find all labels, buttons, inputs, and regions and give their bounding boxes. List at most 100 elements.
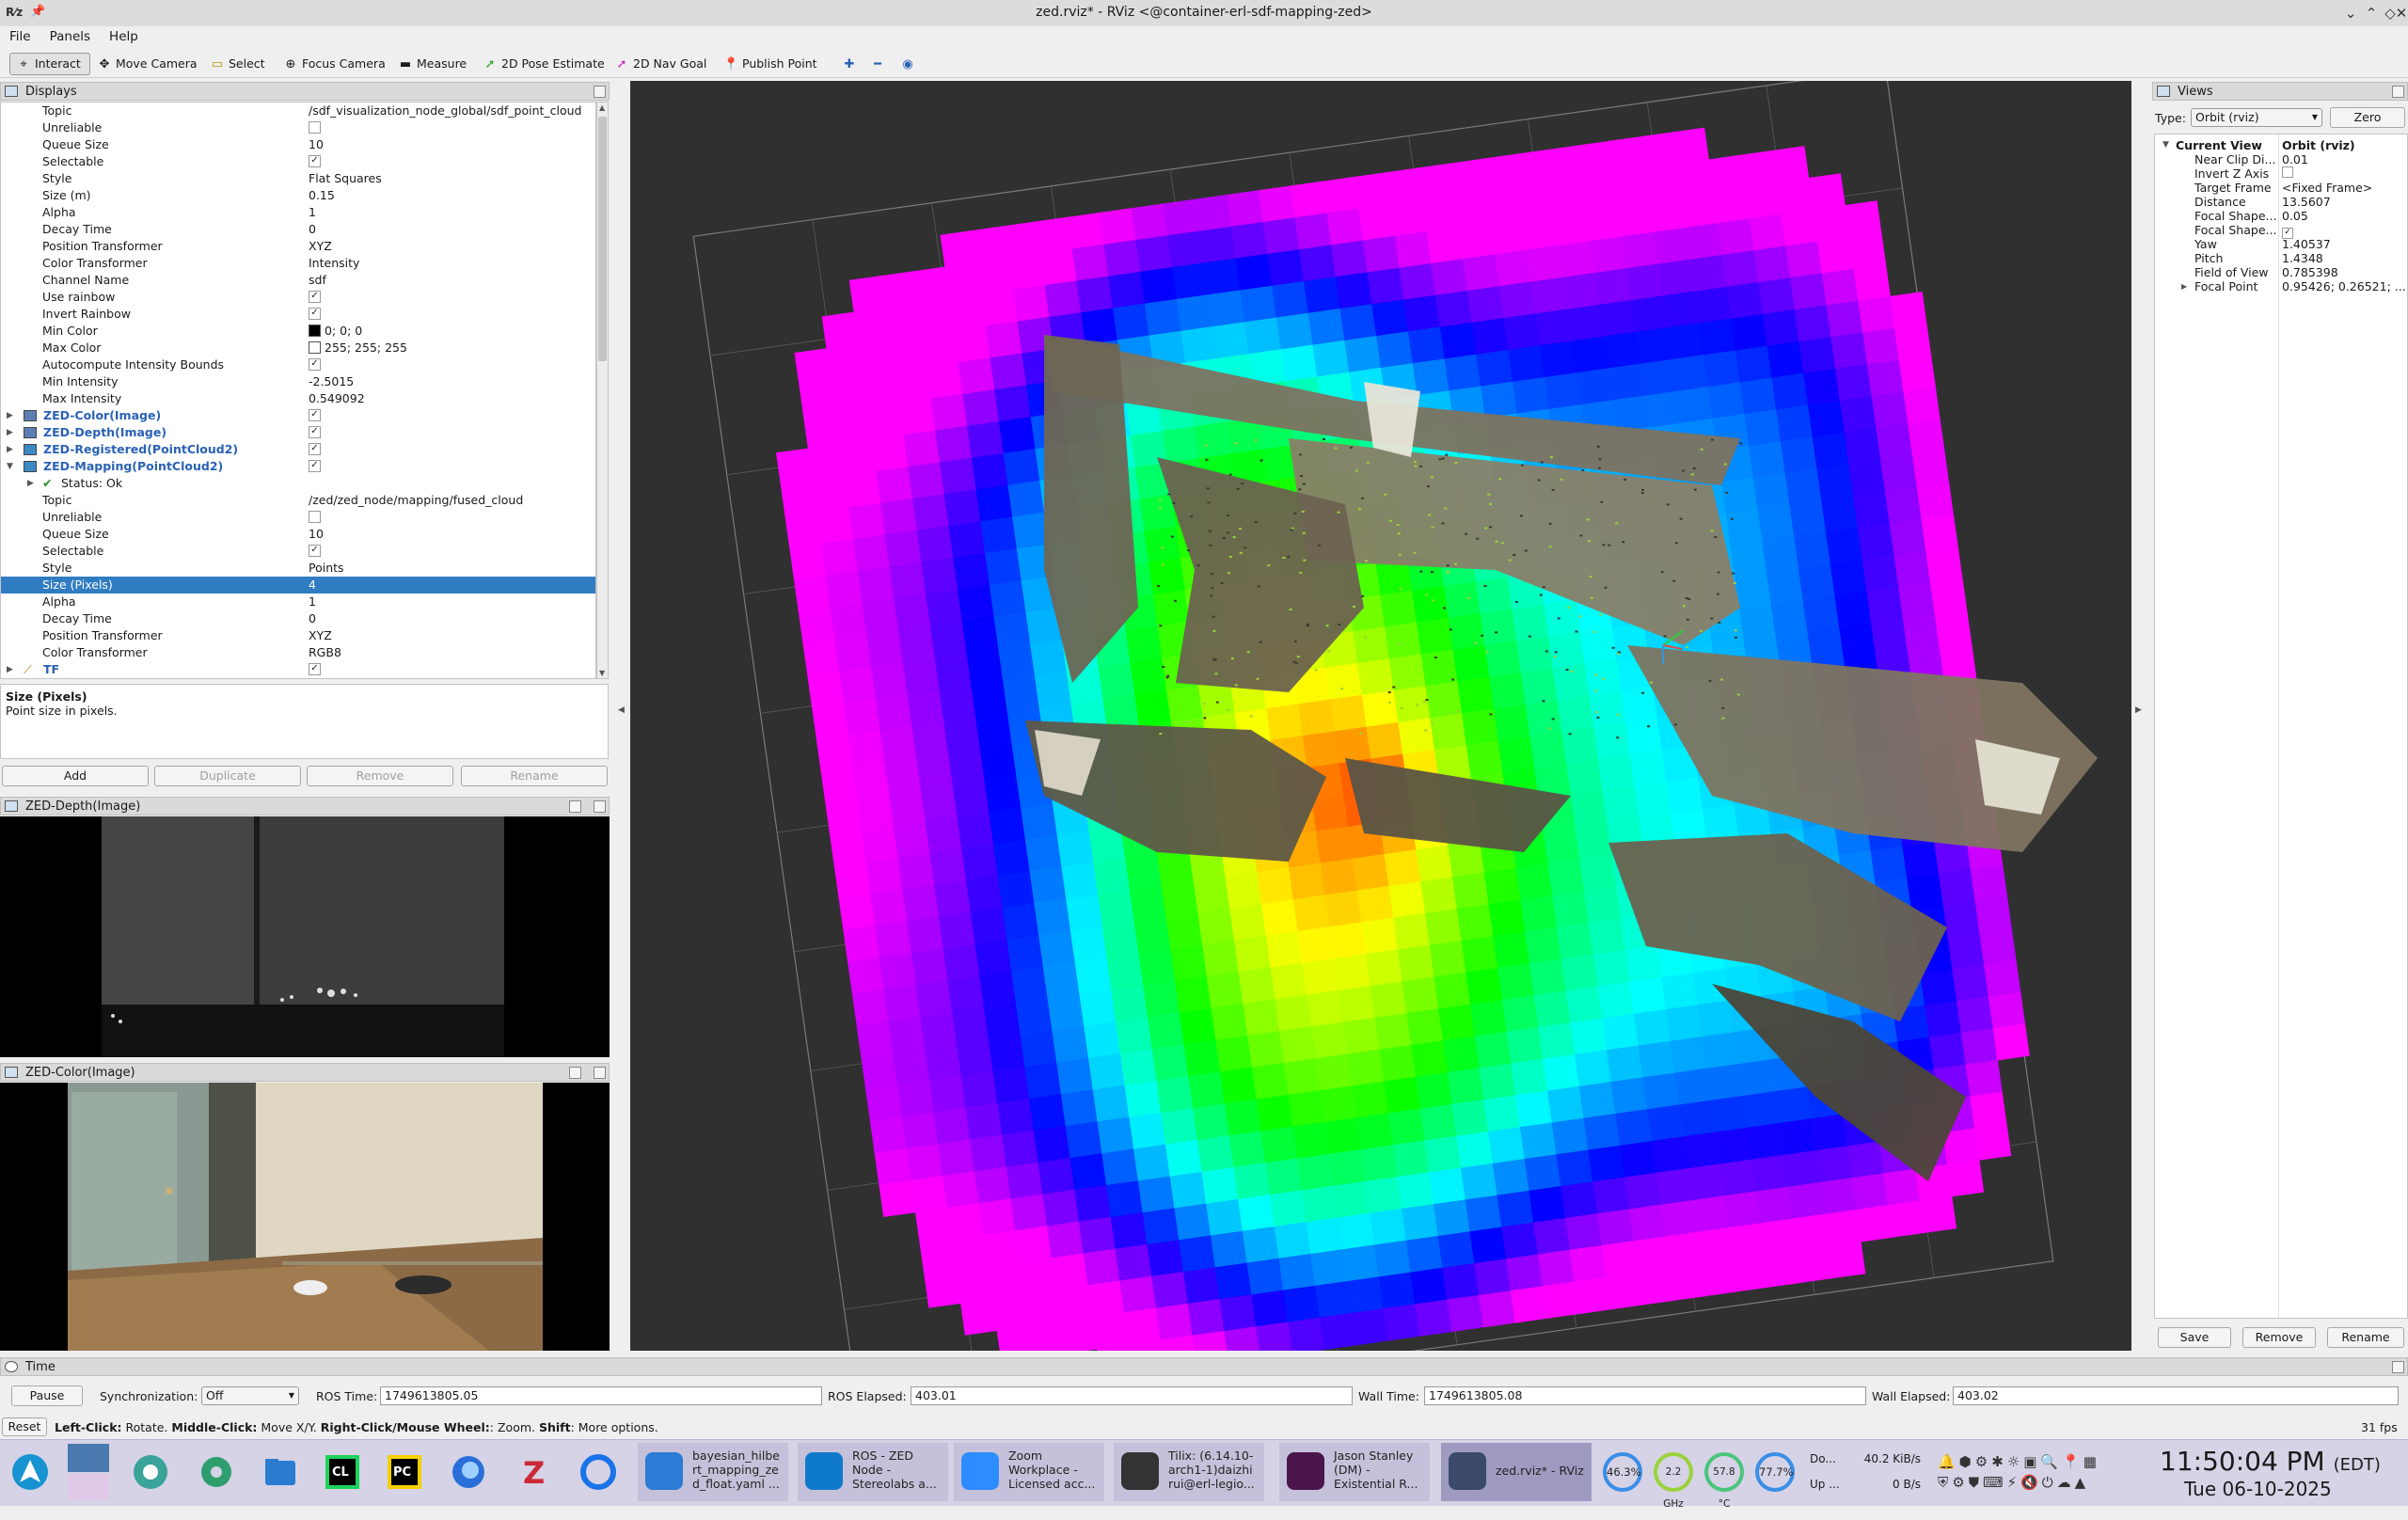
panel-float-button[interactable]	[2392, 86, 2404, 98]
view-property-value[interactable]: 0.01	[2282, 152, 2308, 166]
wall-elapsed-field[interactable]: 403.02	[1953, 1386, 2399, 1405]
property-row[interactable]: Style Points	[1, 560, 595, 577]
color-swatch[interactable]	[309, 341, 321, 354]
property-checkbox[interactable]	[309, 119, 321, 136]
scroll-up-icon[interactable]: ▲	[599, 103, 605, 112]
panel-close-button[interactable]	[594, 1067, 606, 1079]
view-property-row[interactable]: Near Clip Di... 0.01	[2155, 152, 2407, 166]
property-value[interactable]: RGB8	[309, 644, 341, 661]
property-value[interactable]: -2.5015	[309, 373, 354, 390]
clock-date[interactable]: Tue 06-10-2025	[2184, 1478, 2332, 1500]
expand-icon[interactable]: ▶	[7, 661, 13, 678]
property-row[interactable]: Position Transformer XYZ	[1, 238, 595, 255]
checkbox[interactable]: ✓	[309, 308, 321, 320]
view-property-value[interactable]: 0.95426; 0.26521; ...	[2282, 279, 2406, 293]
cpu-frequency-meter[interactable]: 2.2 GHz	[1654, 1452, 1693, 1510]
focus-camera-tool[interactable]: ⊕ Focus Camera	[277, 53, 394, 75]
checkbox[interactable]: ✓	[309, 545, 321, 557]
checkbox[interactable]: ✓	[309, 663, 321, 675]
property-value[interactable]: Points	[309, 560, 344, 577]
property-row[interactable]: Selectable ✓	[1, 153, 595, 170]
property-row[interactable]: Alpha 1	[1, 204, 595, 221]
display-group-row[interactable]: ▼ ZED-Mapping(PointCloud2) ✓	[1, 458, 595, 475]
view-property-row[interactable]: Focal Shape... ✓	[2155, 223, 2407, 239]
view-property-row[interactable]: Focal Shape... 0.05	[2155, 209, 2407, 223]
panel-float-button[interactable]	[569, 1067, 581, 1079]
pose-estimate-tool[interactable]: ➚ 2D Pose Estimate	[476, 53, 613, 75]
property-row[interactable]: Queue Size 10	[1, 136, 595, 153]
taskbar-window-button[interactable]: Jason Stanley (DM) - Existential R...	[1279, 1443, 1430, 1501]
duplicate-display-button[interactable]: Duplicate	[154, 766, 301, 786]
property-row[interactable]: Invert Rainbow ✓	[1, 306, 595, 323]
property-row[interactable]: Use rainbow ✓	[1, 289, 595, 306]
zotero-icon[interactable]: Z	[515, 1453, 553, 1491]
property-value[interactable]: 0.15	[309, 187, 335, 204]
menu-panels[interactable]: Panels	[40, 26, 100, 44]
close-icon[interactable]: ✕	[2393, 5, 2408, 22]
files-icon[interactable]	[261, 1453, 299, 1491]
property-row[interactable]: Max Intensity 0.549092	[1, 390, 595, 407]
minimize-icon[interactable]: ⌄	[2342, 5, 2359, 22]
view-property-row[interactable]: Target Frame <Fixed Frame>	[2155, 181, 2407, 195]
property-row[interactable]: Style Flat Squares	[1, 170, 595, 187]
display-group-row[interactable]: ▶ ZED-Registered(PointCloud2) ✓	[1, 441, 595, 458]
property-checkbox[interactable]	[309, 509, 321, 526]
property-value[interactable]: 1	[309, 204, 316, 221]
scrollbar-thumb[interactable]	[598, 117, 607, 361]
remove-display-button[interactable]: Remove	[307, 766, 453, 786]
panel-float-button[interactable]	[569, 800, 581, 813]
tray-icon[interactable]: ⛨⚙⛊⌨⚡🔇⏻☁▲	[1938, 1474, 2089, 1491]
property-value[interactable]: 4	[309, 577, 316, 594]
view-property-value[interactable]: 13.5607	[2282, 195, 2331, 209]
property-row[interactable]: Unreliable	[1, 509, 595, 526]
collapse-left-icon[interactable]: ◀	[618, 705, 625, 715]
system-tray[interactable]: 🔔⬢⚙✱☼▣🔍📍▦ ⛨⚙⛊⌨⚡🔇⏻☁▲	[1938, 1451, 2135, 1496]
expand-icon[interactable]: ▶	[7, 441, 13, 458]
property-value[interactable]: 0	[309, 221, 316, 238]
menu-file[interactable]: File	[0, 26, 40, 44]
move-camera-tool[interactable]: ✥ Move Camera	[90, 53, 206, 75]
ros-time-field[interactable]: 1749613805.05	[380, 1386, 822, 1405]
maximize-icon[interactable]: ⌃	[2363, 5, 2380, 22]
memory-usage-meter[interactable]: 77.7%	[1755, 1452, 1795, 1492]
publish-point-tool[interactable]: 📍 Publish Point	[717, 53, 826, 75]
property-value[interactable]: 0.549092	[309, 390, 365, 407]
display-group-row[interactable]: ▶ ZED-Color(Image) ✓	[1, 407, 595, 424]
panel-float-button[interactable]	[594, 86, 606, 98]
property-row[interactable]: Unreliable	[1, 119, 595, 136]
settings-icon[interactable]	[198, 1453, 235, 1491]
property-row[interactable]: Topic/zed/zed_node/mapping/fused_cloud	[1, 492, 595, 509]
property-value[interactable]: Flat Squares	[309, 170, 382, 187]
property-checkbox[interactable]: ✓	[309, 153, 321, 170]
view-property-row[interactable]: Yaw 1.40537	[2155, 237, 2407, 251]
panel-close-button[interactable]	[594, 800, 606, 813]
property-value[interactable]: /sdf_visualization_node_global/sdf_point…	[309, 103, 582, 119]
app-ring-icon[interactable]	[579, 1453, 617, 1491]
browser-icon[interactable]	[132, 1453, 169, 1491]
property-row[interactable]: Size (m) 0.15	[1, 187, 595, 204]
property-checkbox[interactable]: ✓	[309, 356, 321, 373]
pause-button[interactable]: Pause	[11, 1385, 83, 1406]
expand-icon[interactable]: ▶	[27, 475, 34, 492]
property-value[interactable]: 10	[309, 136, 324, 153]
panel-float-button[interactable]	[2392, 1361, 2404, 1373]
property-color[interactable]: 255; 255; 255	[309, 340, 407, 356]
property-checkbox[interactable]: ✓	[309, 543, 321, 560]
measure-tool[interactable]: ▬ Measure	[391, 53, 475, 75]
checkbox[interactable]: ✓	[309, 358, 321, 371]
clock-time[interactable]: 11:50:04 PM (EDT)	[2160, 1446, 2381, 1477]
collapse-right-icon[interactable]: ▶	[2135, 705, 2142, 715]
property-value[interactable]: XYZ	[309, 627, 332, 644]
add-display-button[interactable]: Add	[2, 766, 149, 786]
rename-view-button[interactable]: Rename	[2327, 1327, 2404, 1348]
property-value[interactable]: Intensity	[309, 255, 359, 272]
view-property-value[interactable]: <Fixed Frame>	[2282, 181, 2372, 195]
zero-view-button[interactable]: Zero	[2330, 107, 2405, 128]
interact-tool[interactable]: ⌖ Interact	[9, 53, 90, 75]
select-tool[interactable]: ▭ Select	[203, 53, 274, 75]
property-value[interactable]: sdf	[309, 272, 326, 289]
nav-goal-tool[interactable]: ➚ 2D Nav Goal	[608, 53, 715, 75]
reset-button[interactable]: Reset	[2, 1417, 47, 1436]
property-row[interactable]: Selectable ✓	[1, 543, 595, 560]
checkbox[interactable]: ✓	[309, 443, 321, 455]
